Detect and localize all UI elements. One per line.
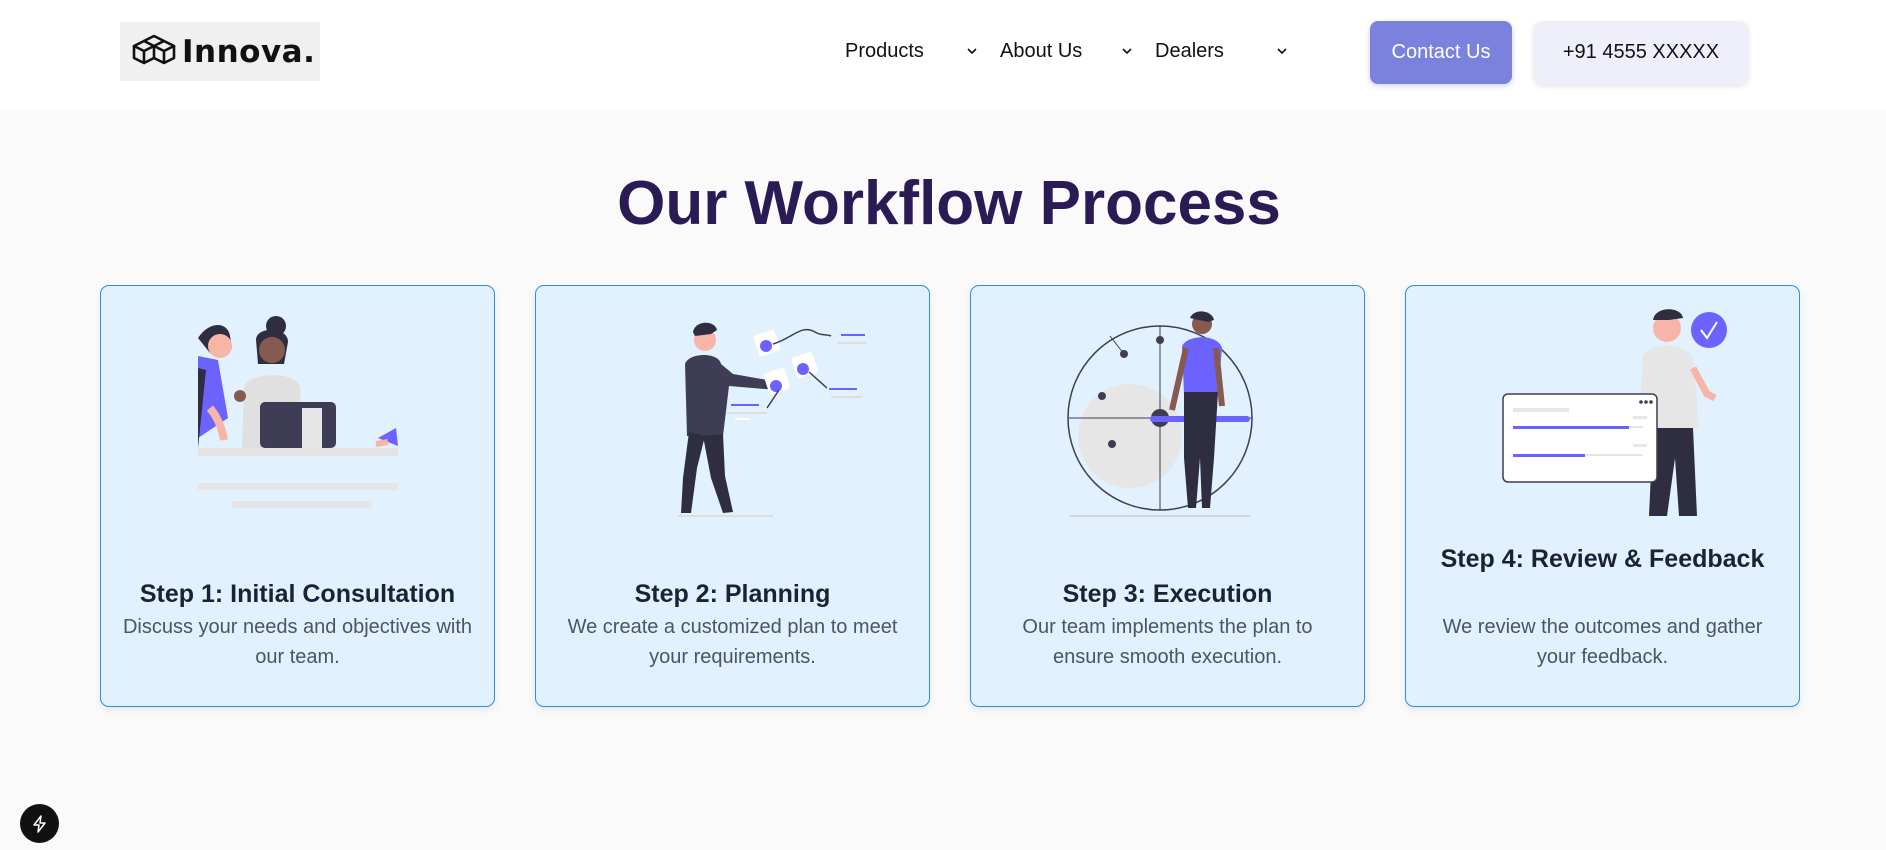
- logo-text: Innova.: [182, 33, 316, 70]
- step-title: Step 4: Review & Feedback: [1440, 545, 1765, 573]
- navbar: Innova. Products About Us Dealers Contac…: [0, 0, 1886, 110]
- step-description: Discuss your needs and objectives with o…: [122, 616, 473, 668]
- step-description: Our team implements the plan to ensure s…: [1022, 616, 1313, 668]
- step-card-1: Step 1: Initial Consultation Discuss you…: [100, 285, 495, 707]
- lightning-bolt-icon: [32, 814, 46, 833]
- chevron-down-icon[interactable]: [965, 44, 979, 58]
- contact-us-button[interactable]: Contact Us: [1370, 21, 1512, 84]
- step-title: Step 1: Initial Consultation: [139, 580, 456, 608]
- step-title: Step 2: Planning: [634, 580, 831, 608]
- step-card-4: Step 4: Review & Feedback We review the …: [1405, 285, 1800, 707]
- phone-button[interactable]: +91 4555 XXXXX: [1534, 21, 1748, 84]
- planning-illustration: [678, 322, 867, 517]
- chevron-down-icon[interactable]: [1120, 44, 1134, 58]
- review-illustration: [1502, 309, 1727, 516]
- nav-dealers[interactable]: Dealers: [1155, 40, 1224, 63]
- cube-logo-icon: [132, 34, 176, 64]
- nav-about-us[interactable]: About Us: [1000, 40, 1082, 63]
- nav-products[interactable]: Products: [845, 40, 924, 63]
- execution-illustration: [1067, 311, 1253, 517]
- chevron-down-icon[interactable]: [1275, 44, 1289, 58]
- step-card-2: Step 2: Planning We create a customized …: [535, 285, 930, 707]
- logo[interactable]: Innova.: [120, 22, 320, 81]
- lightning-bolt-button[interactable]: [20, 804, 59, 843]
- section-title: Our Workflow Process: [617, 169, 1281, 238]
- consultation-illustration: [198, 316, 398, 508]
- step-description: We create a customized plan to meet your…: [567, 616, 898, 668]
- step-card-3: Step 3: Execution Our team implements th…: [970, 285, 1365, 707]
- step-description: We review the outcomes and gather your f…: [1442, 616, 1763, 668]
- step-title: Step 3: Execution: [1062, 580, 1273, 608]
